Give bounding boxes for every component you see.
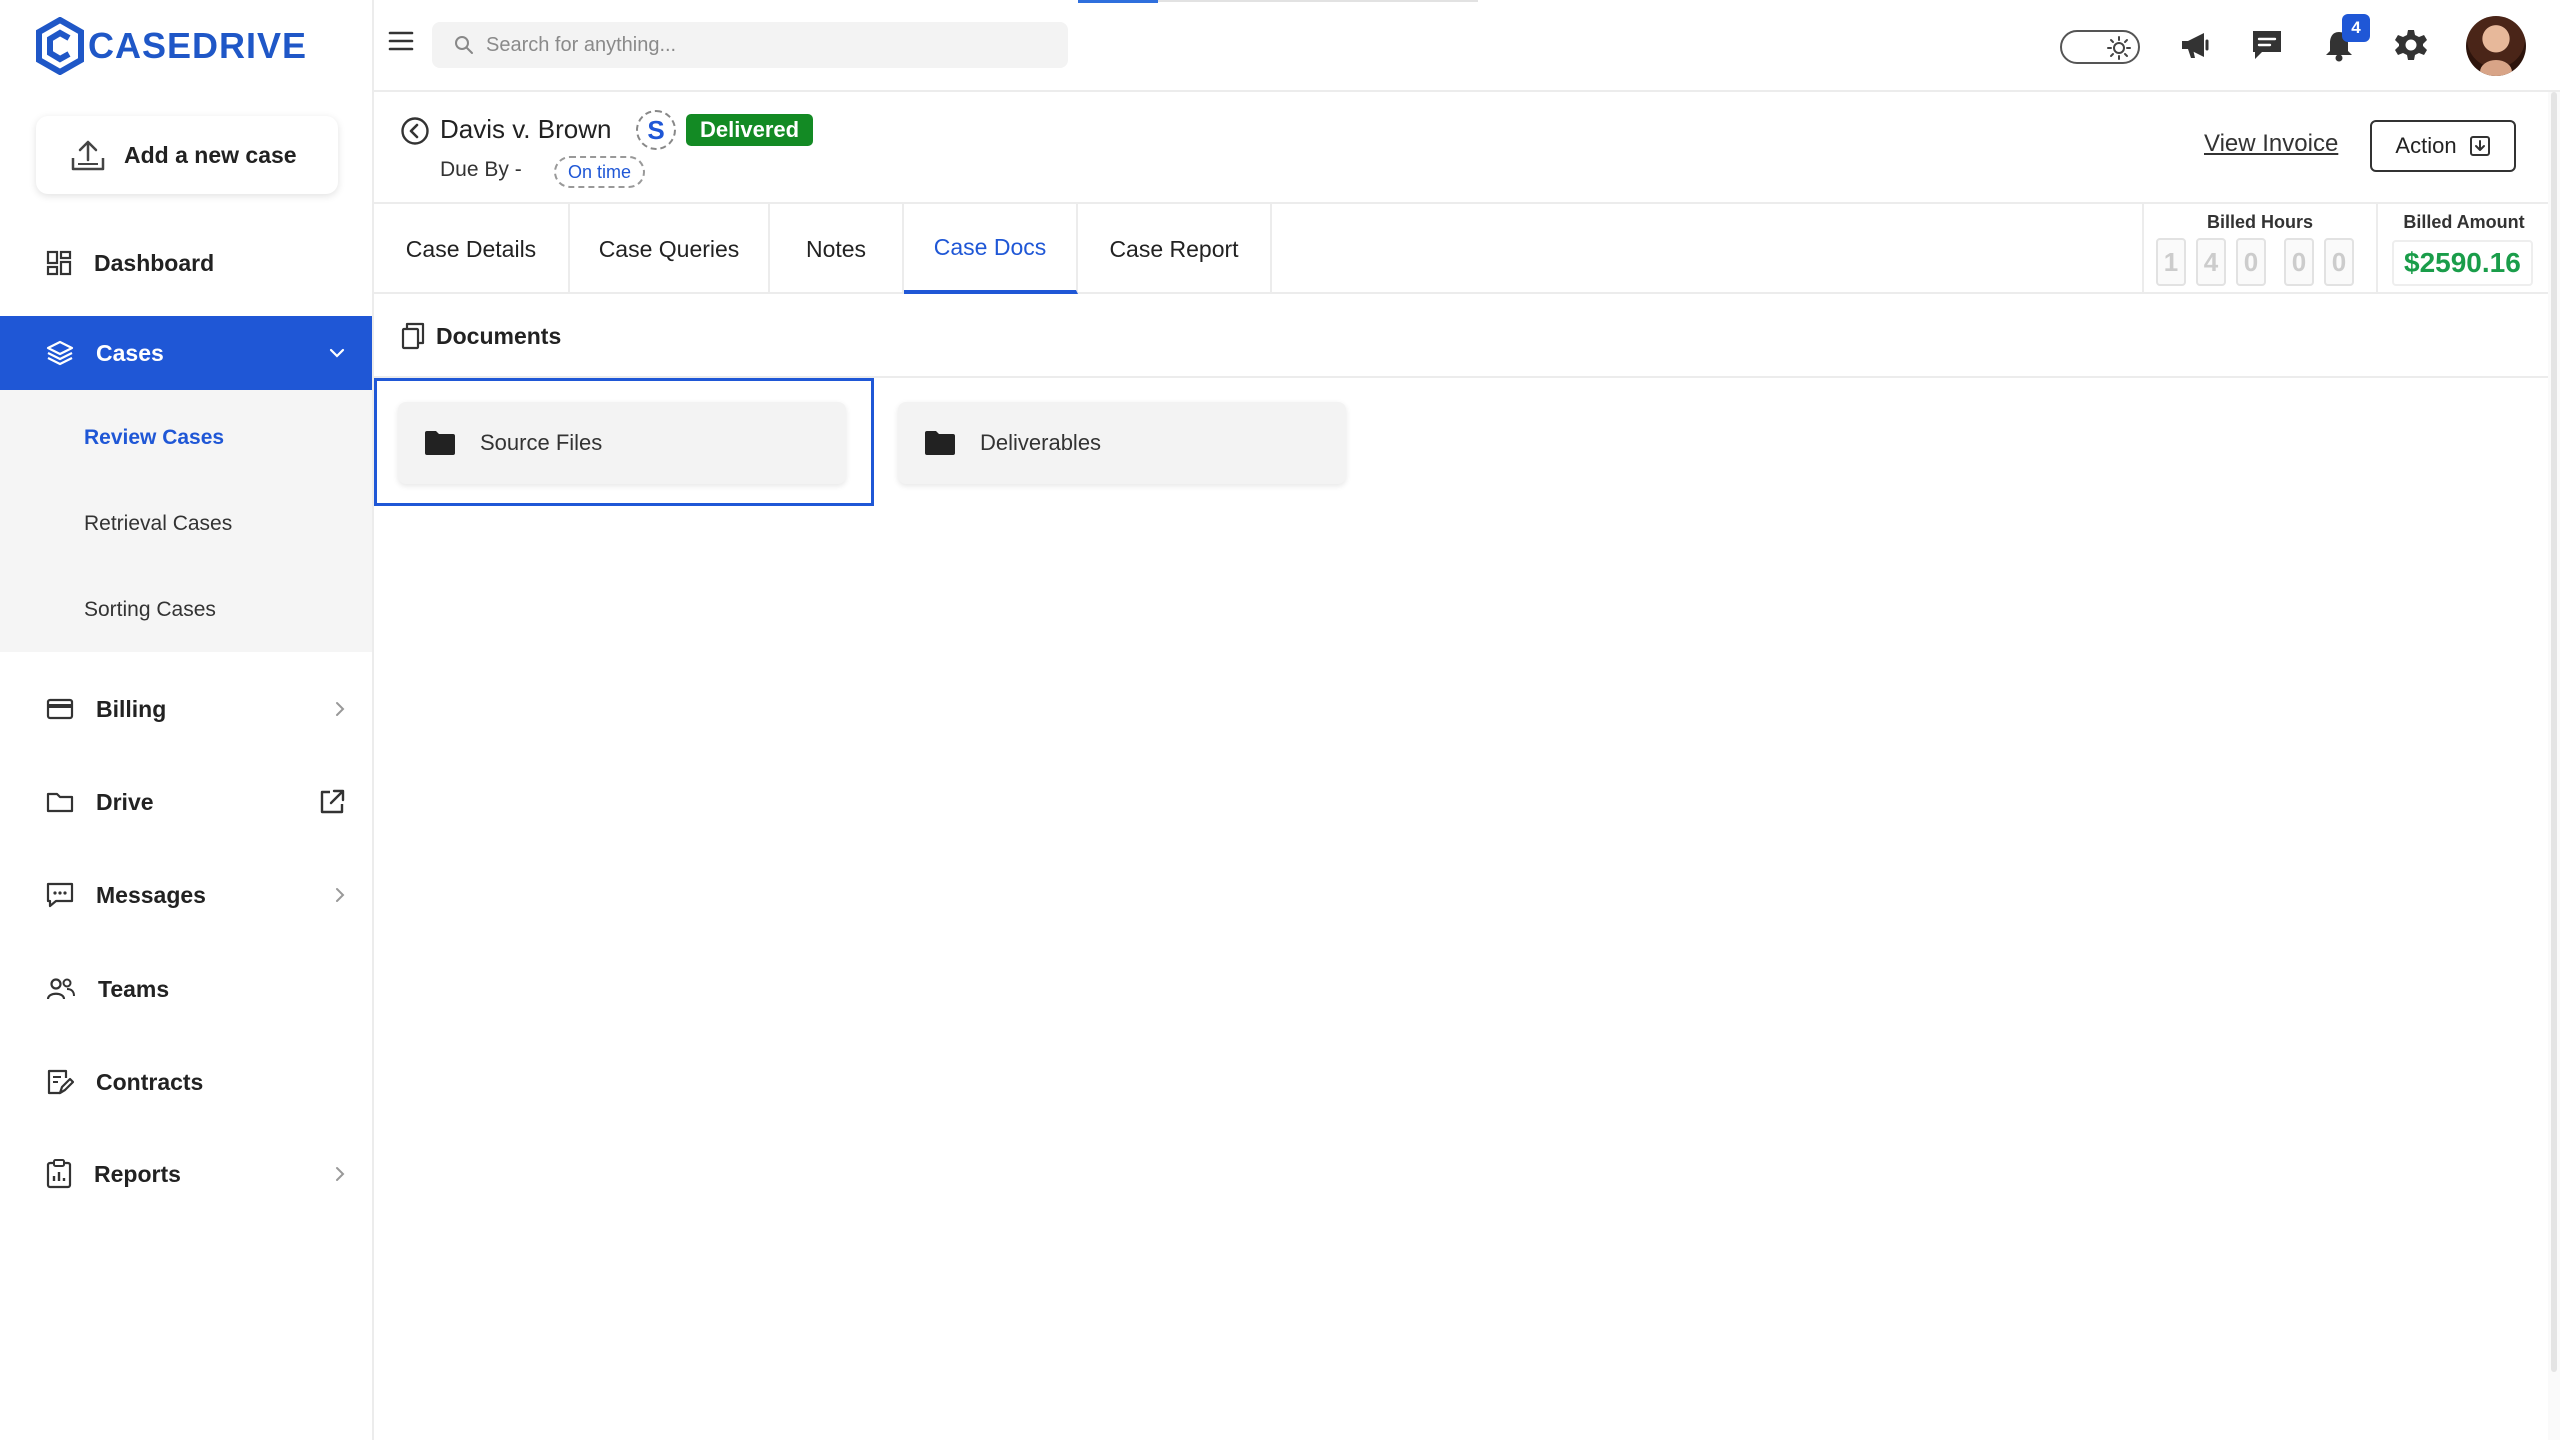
upload-icon [71, 140, 105, 171]
sidebar-item-cases[interactable]: Cases [0, 316, 372, 390]
scrollbar-thumb[interactable] [2551, 92, 2557, 1372]
chevron-right-icon [336, 702, 345, 716]
hamburger-menu-icon[interactable] [388, 30, 414, 52]
contract-edit-icon [47, 1069, 74, 1095]
sidebar-item-teams[interactable]: Teams [0, 952, 372, 1026]
folder-source-files[interactable]: Source Files [398, 402, 846, 484]
sidebar-item-label: Reports [94, 1160, 181, 1187]
export-box-icon [2469, 136, 2490, 156]
billed-amount-value: $2590.16 [2392, 240, 2533, 286]
documents-header: Documents [374, 296, 2560, 378]
brand-logo[interactable]: CASEDRIVE [36, 16, 307, 76]
search-icon [455, 36, 473, 54]
documents-title: Documents [436, 322, 562, 349]
hours-digit: 0 [2284, 238, 2314, 286]
billed-hours-label: Billed Hours [2206, 212, 2313, 232]
tab-case-report[interactable]: Case Report [1078, 204, 1272, 294]
billed-hours-digits: 1 4 0 0 0 [2156, 238, 2364, 286]
add-new-case-label: Add a new case [124, 141, 297, 168]
hours-digit: 4 [2196, 238, 2226, 286]
message-icon [46, 882, 74, 908]
gear-settings-icon[interactable] [2394, 28, 2428, 62]
submenu-item-sorting-cases[interactable]: Sorting Cases [84, 598, 216, 622]
brand-name: CASEDRIVE [88, 25, 308, 66]
billed-amount-label: Billed Amount [2403, 212, 2525, 232]
page-scrollbar[interactable] [2548, 92, 2560, 1440]
cases-submenu: Review Cases Retrieval Cases Sorting Cas… [0, 390, 372, 652]
due-by-label: Due By - [440, 158, 522, 181]
chevron-right-icon [336, 1167, 345, 1181]
sidebar-item-contracts[interactable]: Contracts [0, 1045, 372, 1119]
top-header: 4 [374, 0, 2560, 92]
folder-icon [925, 431, 955, 455]
billed-hours-panel: Billed Hours 1 4 0 0 0 [2142, 204, 2376, 294]
credit-card-icon [46, 698, 74, 720]
case-header: Davis v. Brown S Delivered Due By - On t… [374, 94, 2560, 202]
tab-case-queries[interactable]: Case Queries [570, 204, 770, 294]
view-invoice-link[interactable]: View Invoice [2204, 130, 2338, 158]
action-button-label: Action [2395, 133, 2457, 158]
hexagon-logo-icon [36, 17, 84, 75]
theme-toggle[interactable] [2060, 30, 2140, 64]
megaphone-announcement-icon[interactable] [2178, 28, 2212, 62]
chevron-down-icon [329, 348, 345, 358]
action-button[interactable]: Action [2370, 120, 2516, 172]
sidebar: CASEDRIVE Add a new case Dashboard Cases [0, 0, 374, 1440]
folder-name: Source Files [480, 430, 603, 455]
search-bar [432, 22, 1068, 68]
chat-icon[interactable] [2250, 28, 2284, 62]
case-status-badge: Delivered [686, 114, 814, 146]
clipboard-report-icon [46, 1159, 72, 1189]
sidebar-item-drive[interactable]: Drive [0, 765, 372, 839]
submenu-item-retrieval-cases[interactable]: Retrieval Cases [84, 512, 232, 536]
sidebar-item-billing[interactable]: Billing [0, 672, 372, 746]
case-tabs: Case Details Case Queries Notes Case Doc… [374, 202, 2560, 294]
dashboard-grid-icon [46, 250, 72, 276]
sidebar-item-reports[interactable]: Reports [0, 1137, 372, 1211]
sidebar-item-label: Messages [96, 881, 206, 908]
sidebar-item-label: Billing [96, 695, 167, 722]
back-arrow-icon[interactable] [400, 116, 430, 146]
sun-icon [2106, 35, 2132, 61]
service-type-badge: S [636, 110, 676, 150]
sidebar-item-label: Contracts [96, 1068, 204, 1095]
tab-notes[interactable]: Notes [770, 204, 904, 294]
tab-case-docs[interactable]: Case Docs [904, 204, 1078, 294]
layers-icon [46, 340, 74, 366]
folder-icon [425, 431, 455, 455]
tab-case-details[interactable]: Case Details [374, 204, 570, 294]
case-title: Davis v. Brown [440, 114, 612, 144]
sidebar-item-label: Dashboard [94, 249, 215, 276]
add-new-case-button[interactable]: Add a new case [36, 116, 338, 194]
folder-name: Deliverables [980, 430, 1102, 455]
billed-amount-panel: Billed Amount $2590.16 [2376, 204, 2550, 294]
hours-digit: 1 [2156, 238, 2186, 286]
external-link-icon[interactable] [318, 788, 346, 816]
submenu-item-review-cases[interactable]: Review Cases [84, 426, 224, 450]
folder-deliverables[interactable]: Deliverables [898, 402, 1346, 484]
search-input[interactable] [486, 33, 1046, 57]
hours-digit: 0 [2324, 238, 2354, 286]
sidebar-item-label: Drive [96, 788, 154, 815]
sidebar-item-label: Teams [98, 975, 170, 1002]
hours-digit: 0 [2236, 238, 2266, 286]
documents-copy-icon [401, 322, 425, 350]
due-status-badge: On time [554, 156, 646, 188]
team-users-icon [46, 978, 75, 1000]
user-avatar[interactable] [2466, 16, 2526, 76]
notification-count-badge: 4 [2342, 14, 2370, 42]
folder-icon [46, 792, 74, 813]
sidebar-item-messages[interactable]: Messages [0, 858, 372, 932]
chevron-right-icon [336, 888, 345, 902]
sidebar-item-label: Cases [96, 339, 164, 366]
sidebar-item-dashboard[interactable]: Dashboard [0, 226, 372, 300]
